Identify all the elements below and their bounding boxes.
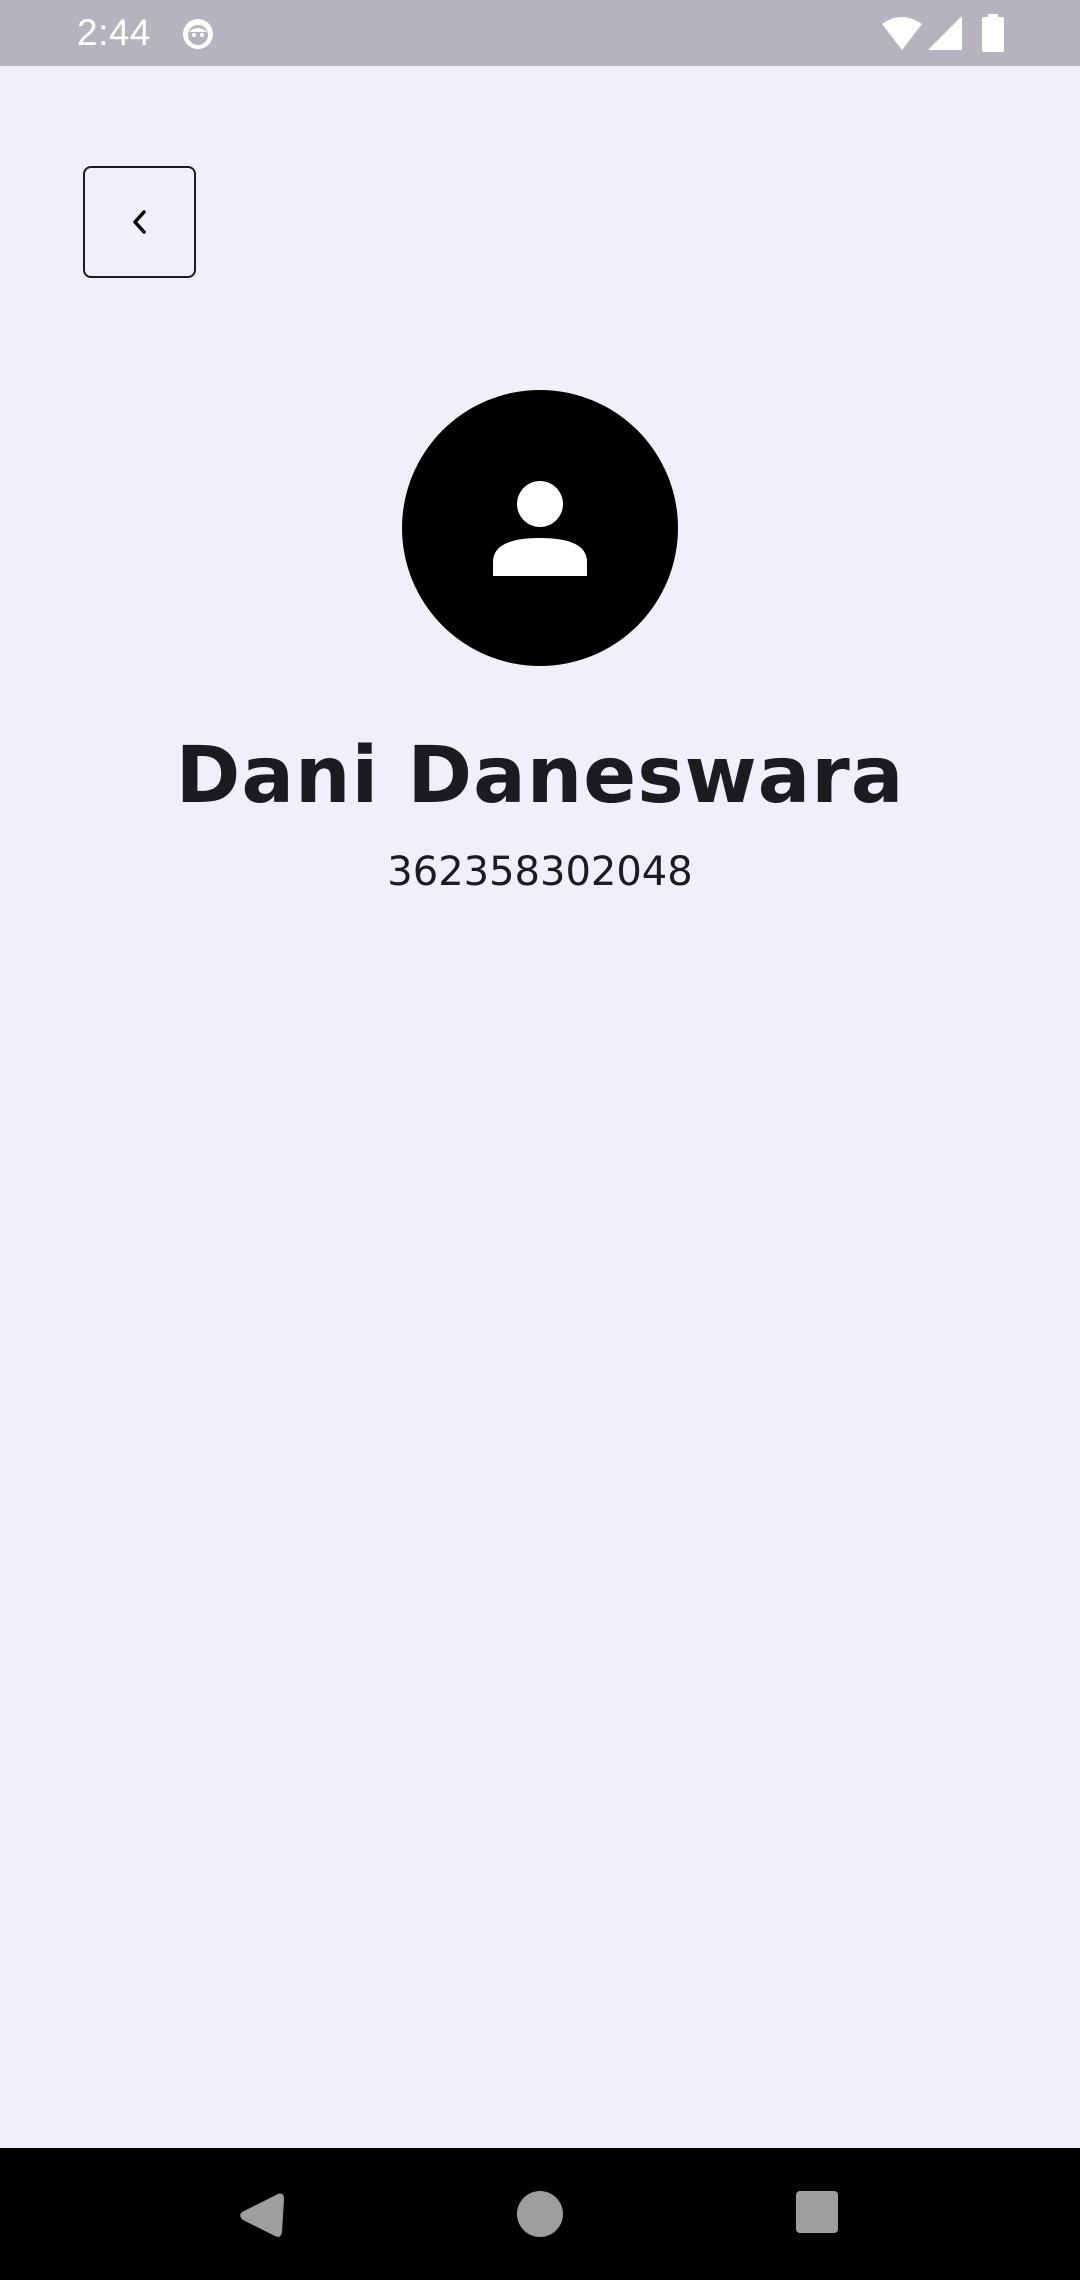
battery-icon: [982, 14, 1004, 52]
profile-phone: 362358302048: [387, 849, 693, 895]
avatar: [402, 390, 678, 666]
chevron-left-icon: [132, 210, 146, 234]
person-icon: [493, 481, 587, 576]
profile-name: Dani Daneswara: [175, 731, 905, 821]
navigation-bar: [0, 2148, 1080, 2280]
status-time: 2:44: [77, 12, 152, 53]
app-notification-icon: [183, 19, 213, 49]
status-bar: 2:44: [0, 0, 1080, 66]
signal-icon: [928, 16, 962, 50]
back-button[interactable]: [83, 166, 196, 278]
nav-home-icon[interactable]: [517, 2191, 563, 2237]
nav-recents-icon[interactable]: [796, 2191, 838, 2233]
nav-back-icon[interactable]: [238, 2190, 284, 2240]
wifi-icon: [882, 17, 922, 50]
